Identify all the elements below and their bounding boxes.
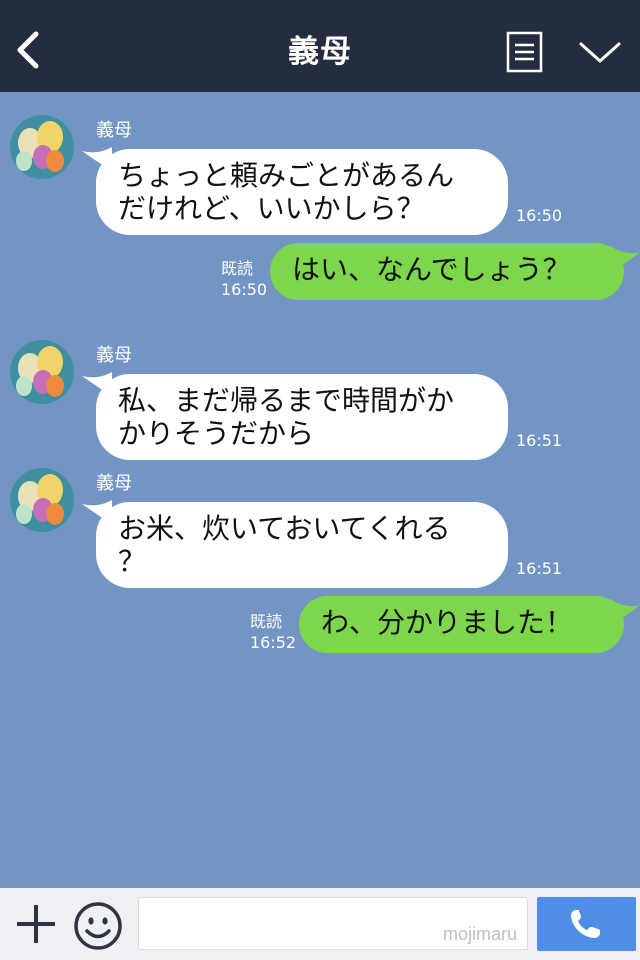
watermark-text: mojimaru (442, 924, 517, 944)
message-input[interactable]: mojimaru (138, 897, 528, 950)
call-button[interactable] (537, 897, 636, 951)
chat-header: 義母 (0, 0, 640, 92)
message-bubble[interactable]: はい、なんでしょう？ (270, 243, 624, 300)
message-line: お米、炊いておいてくれる (118, 512, 451, 545)
message-time: 16:52 (250, 633, 297, 652)
sender-name: 義母 (96, 120, 132, 141)
message-time: 16:51 (516, 431, 563, 450)
bubble-tail (610, 246, 640, 272)
sender-name: 義母 (96, 345, 132, 366)
message-line: かりそうだから (118, 417, 315, 450)
message-line: 私、まだ帰るまで時間がか (118, 384, 455, 417)
message-bubble[interactable]: ちょっと頼みごとがあるん だけれど、いいかしら？ (96, 149, 508, 235)
message-time: 16:51 (516, 559, 563, 578)
balloons-avatar-image (10, 468, 74, 532)
phone-icon (571, 910, 600, 938)
bubble-tail (610, 599, 640, 625)
chat-title: 義母 (288, 34, 352, 70)
message-bubble[interactable]: お米、炊いておいてくれる ？ (96, 502, 508, 588)
balloons-avatar-image (10, 340, 74, 404)
read-receipt: 既読 (250, 612, 283, 631)
avatar[interactable] (10, 468, 74, 532)
smile-icon[interactable] (72, 900, 124, 952)
chat-area[interactable]: 義母 ちょっと頼みごとがあるん だけれど、いいかしら？ 16:50 既読 16:… (0, 92, 640, 888)
document-icon[interactable] (506, 31, 543, 73)
avatar[interactable] (10, 115, 74, 179)
read-receipt: 既読 (221, 259, 254, 278)
message-time: 16:50 (221, 280, 268, 299)
message-bubble[interactable]: 私、まだ帰るまで時間がか かりそうだから (96, 374, 508, 460)
plus-icon[interactable] (14, 902, 58, 946)
message-text: はい、なんでしょう？ (292, 253, 571, 286)
chevron-down-icon[interactable] (578, 38, 622, 66)
sender-name: 義母 (96, 473, 132, 494)
message-bubble[interactable]: わ、分かりました！ (299, 596, 624, 653)
message-line: ちょっと頼みごとがあるん (118, 159, 455, 192)
message-text: わ、分かりました！ (321, 606, 574, 639)
message-time: 16:50 (516, 206, 563, 225)
balloons-avatar-image (10, 115, 74, 179)
avatar[interactable] (10, 340, 74, 404)
message-line: ？ (118, 545, 147, 578)
message-line: だけれど、いいかしら？ (118, 192, 425, 225)
